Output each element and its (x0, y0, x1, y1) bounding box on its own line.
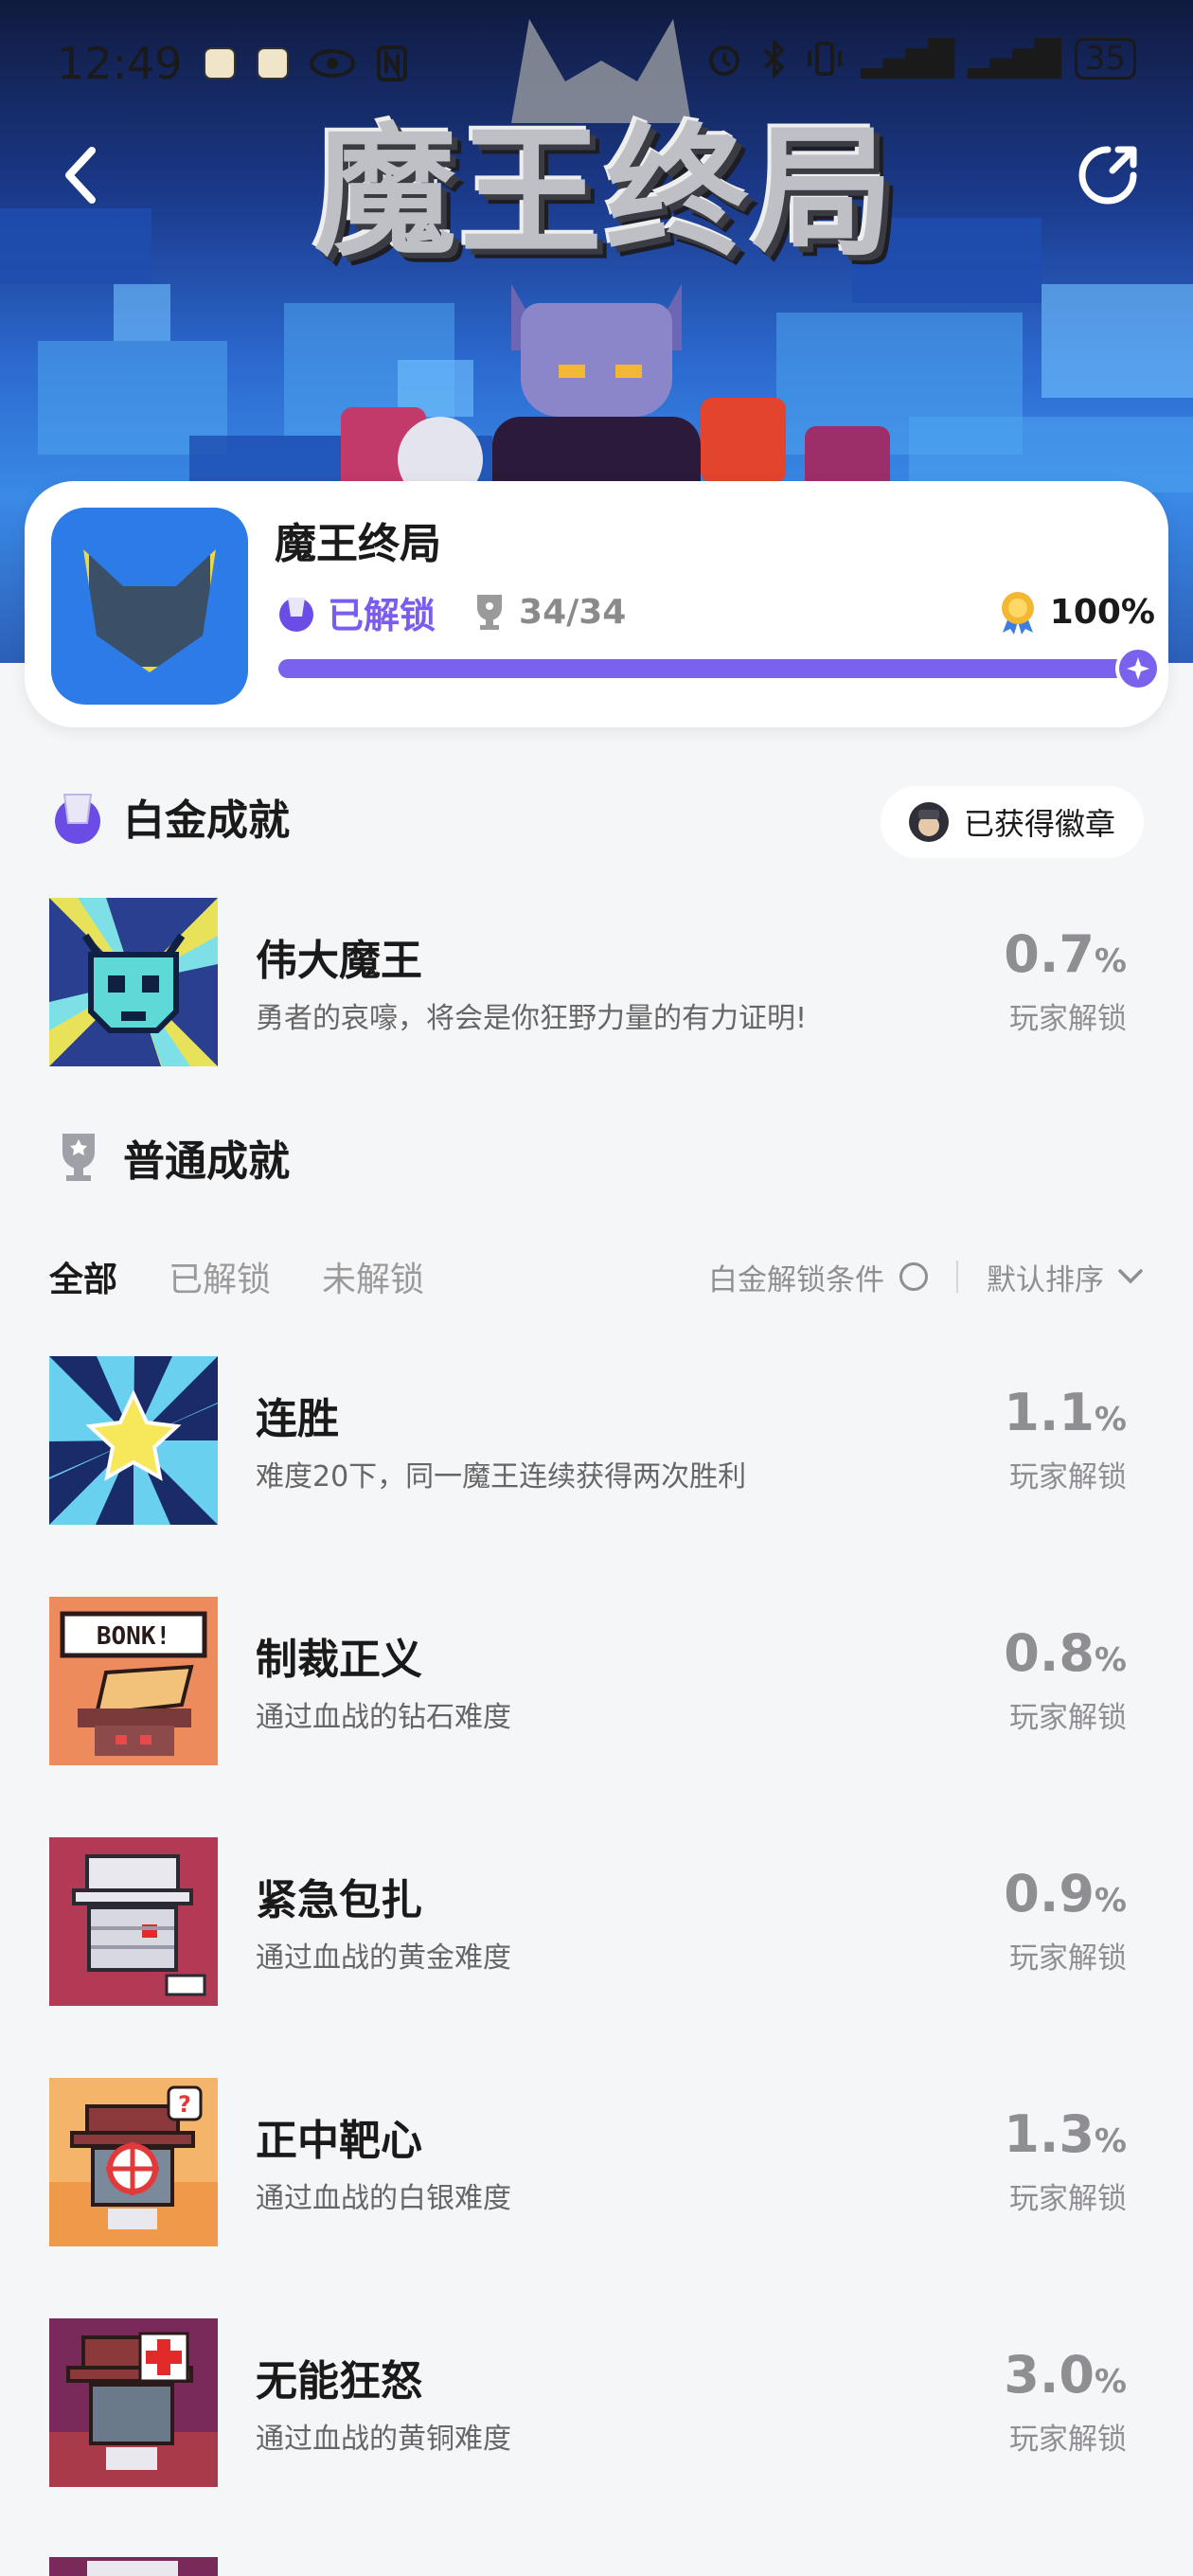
achievement-desc: 通过血战的白银难度 (256, 2182, 511, 2215)
normal-section-header: 普通成就 (49, 1127, 290, 1188)
game-title: 魔王终局 (275, 520, 441, 568)
achievement-rate: 1.1% (1004, 1383, 1127, 1442)
achievement-item[interactable]: 无能狂怒 通过血战的黄铜难度 3.0% 玩家解锁 (49, 2318, 1144, 2489)
share-icon (1078, 146, 1137, 205)
achievement-desc: 勇者的哀嚎，将会是你狂野力量的有力证明! (256, 1002, 808, 1035)
sort-dropdown[interactable]: 默认排序 (987, 1256, 1144, 1298)
achievement-item[interactable]: BONK! 制裁正义 通过血战的钻石难度 0.8% 玩家解锁 (49, 1597, 1144, 1767)
achievement-thumbnail-partial (49, 2557, 218, 2576)
platinum-trophy-icon (279, 598, 313, 632)
battery-indicator: 35 (1074, 38, 1136, 80)
signal-icon: ▂▄▆█ (861, 39, 954, 79)
notification-icon (203, 47, 236, 80)
achievement-desc: 通过血战的钻石难度 (256, 1701, 511, 1734)
nfc-icon (376, 45, 407, 81)
game-icon[interactable] (51, 508, 248, 705)
trophy-count-value: 34/34 (519, 592, 627, 632)
achievement-item[interactable]: ? 正中靶心 通过血战的白银难度 1.3% 玩家解锁 (49, 2078, 1144, 2248)
achievement-thumbnail (49, 898, 218, 1066)
platinum-condition-label: 白金解锁条件 (708, 1262, 884, 1297)
achievement-title: 连胜 (256, 1395, 339, 1443)
sparkle-icon (1127, 657, 1149, 680)
vibrate-icon (808, 42, 843, 76)
trophy-icon (62, 1134, 95, 1181)
unlock-label: 已解锁 (328, 594, 436, 636)
completion-progress-bar (278, 646, 1161, 691)
achievement-desc: 通过血战的黄铜难度 (256, 2423, 511, 2456)
achievement-filter-bar: 全部 已解锁 未解锁 白金解锁条件 默认排序 (49, 1248, 1144, 1305)
achievement-rate: 1.3% (1004, 2104, 1127, 2164)
achievement-title: 伟大魔王 (256, 937, 422, 985)
medal-icon (1001, 592, 1034, 635)
platinum-achievement[interactable]: 伟大魔王 勇者的哀嚎，将会是你狂野力量的有力证明! 0.7% 玩家解锁 (49, 898, 1144, 1068)
tab-locked[interactable]: 未解锁 (322, 1252, 424, 1301)
status-bar: 12:49 ▂▄▆█ ▂▄▆█ 35 (0, 0, 1193, 133)
divider (956, 1261, 958, 1293)
svg-text:?: ? (178, 2091, 191, 2118)
platinum-trophy-icon (55, 794, 100, 844)
notification-icon (256, 47, 289, 80)
earned-badge-button[interactable]: 已获得徽章 (880, 786, 1144, 858)
unlock-status: 已解锁 (275, 586, 436, 638)
achievement-title: 紧急包扎 (256, 1876, 422, 1924)
trophy-count: 34/34 (473, 593, 626, 632)
platinum-section-title: 白金成就 (123, 796, 290, 845)
normal-section-title: 普通成就 (123, 1137, 290, 1186)
back-button[interactable] (47, 137, 114, 213)
achievement-item[interactable]: 紧急包扎 通过血战的黄金难度 0.9% 玩家解锁 (49, 1837, 1144, 2008)
radio-circle-icon (899, 1262, 928, 1291)
tab-unlocked[interactable]: 已解锁 (169, 1252, 271, 1301)
platinum-condition-toggle[interactable]: 白金解锁条件 (708, 1256, 928, 1298)
achievement-title: 正中靶心 (256, 2117, 422, 2165)
achievement-thumbnail (49, 1837, 218, 2006)
tab-all[interactable]: 全部 (49, 1252, 117, 1301)
svg-text:BONK!: BONK! (97, 1622, 170, 1651)
achievement-thumbnail (49, 2318, 218, 2487)
completion-percent-value: 100% (1049, 592, 1155, 632)
minion-artwork (701, 398, 786, 483)
earned-badge-label: 已获得徽章 (963, 806, 1115, 842)
completion-percent: 100% (997, 589, 1155, 635)
achievement-title: 制裁正义 (256, 1636, 422, 1684)
bluetooth-icon (763, 40, 786, 78)
achievement-rate-label: 玩家解锁 (1009, 1460, 1127, 1494)
progress-knob (1115, 646, 1161, 691)
status-time: 12:49 (57, 38, 183, 89)
share-button[interactable] (1070, 137, 1146, 213)
achievement-thumbnail: ? (49, 2078, 218, 2246)
achievement-rate-label: 玩家解锁 (1009, 1701, 1127, 1735)
achievement-rate: 0.8% (1004, 1623, 1127, 1683)
achievement-rate: 0.9% (1004, 1864, 1127, 1923)
platinum-section-header: 白金成就 (49, 786, 290, 847)
chevron-left-icon (65, 147, 96, 204)
achievement-rate-label: 玩家解锁 (1009, 2423, 1127, 2457)
progress-fill (278, 659, 1149, 678)
eye-icon (309, 49, 355, 78)
chevron-down-icon (1118, 1269, 1143, 1284)
achievement-thumbnail: BONK! (49, 1597, 218, 1765)
achievement-rate-label: 玩家解锁 (1009, 1002, 1127, 1036)
achievement-desc: 难度20下，同一魔王连续获得两次胜利 (256, 1460, 747, 1494)
signal-icon: ▂▄▆█ (967, 39, 1061, 79)
alarm-icon (709, 45, 740, 76)
achievement-desc: 通过血战的黄金难度 (256, 1941, 511, 1975)
achievement-title: 无能狂怒 (256, 2357, 422, 2406)
badge-icon (908, 802, 949, 842)
achievement-item[interactable]: 连胜 难度20下，同一魔王连续获得两次胜利 1.1% 玩家解锁 (49, 1356, 1144, 1527)
achievement-rate: 3.0% (1004, 2345, 1127, 2405)
sort-label: 默认排序 (987, 1262, 1104, 1297)
achievement-thumbnail (49, 1356, 218, 1525)
achievement-rate: 0.7% (1004, 924, 1127, 984)
achievement-rate-label: 玩家解锁 (1009, 1941, 1127, 1976)
game-summary-card: 魔王终局 已解锁 34/34 100% (25, 481, 1168, 727)
achievement-rate-label: 玩家解锁 (1009, 2182, 1127, 2216)
trophy-icon (477, 595, 503, 630)
unlock-status-row: 已解锁 34/34 100% (275, 583, 1155, 640)
